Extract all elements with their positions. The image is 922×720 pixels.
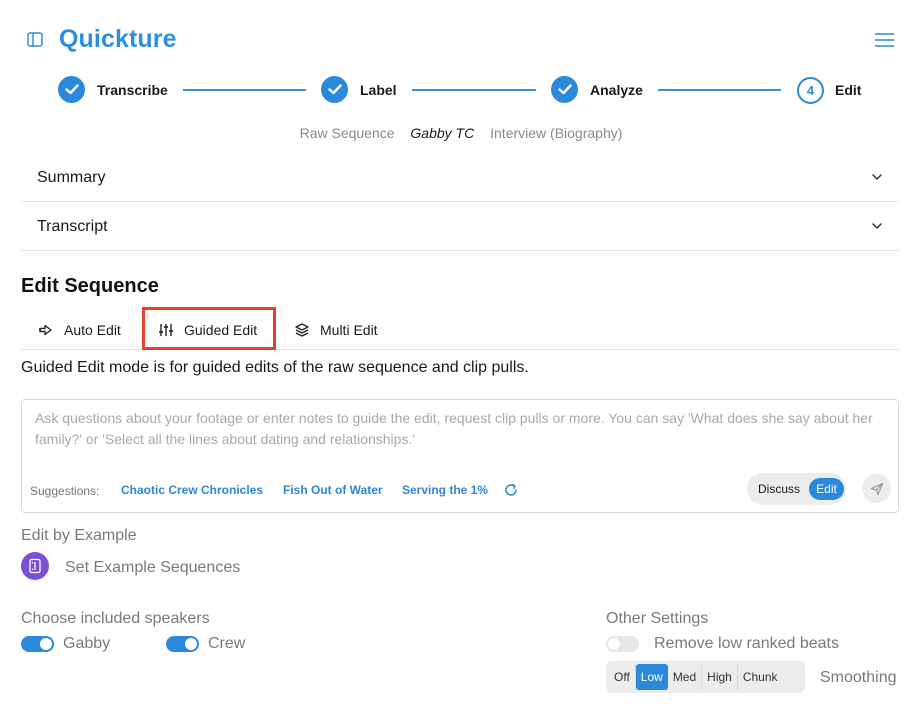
suggestions-label: Suggestions: [30, 484, 100, 498]
mode-description: Guided Edit mode is for guided edits of … [21, 359, 529, 376]
summary-accordion-label: Summary [37, 169, 106, 186]
suggestion-chip[interactable]: Chaotic Crew Chronicles [121, 483, 263, 497]
smoothing-option-low[interactable]: Low [635, 664, 668, 690]
suggestion-chip[interactable]: Fish Out of Water [283, 483, 383, 497]
hamburger-menu-icon[interactable] [875, 33, 894, 47]
mode-edit-option[interactable]: Edit [809, 478, 844, 500]
breadcrumb-item[interactable]: Raw Sequence [300, 125, 395, 141]
layers-icon [295, 323, 309, 337]
toggle-knob [608, 638, 620, 650]
step-label[interactable]: Label [360, 82, 397, 98]
guide-edit-input[interactable]: Ask questions about your footage or ente… [21, 399, 899, 513]
step-edit[interactable]: Edit [835, 82, 861, 98]
tab-multi-edit[interactable]: Multi Edit [294, 310, 378, 350]
chevron-down-icon [872, 174, 882, 180]
send-button[interactable] [862, 474, 891, 503]
step-transcribe-check-icon [58, 76, 85, 103]
remove-low-ranked-label: Remove low ranked beats [654, 635, 839, 652]
summary-accordion[interactable]: Summary [21, 153, 899, 202]
choose-speakers-label: Choose included speakers [21, 610, 210, 627]
step-connector [183, 89, 306, 91]
speaker-gabby-label: Gabby [63, 635, 111, 652]
guide-edit-placeholder: Ask questions about your footage or ente… [35, 410, 873, 447]
sidebar-toggle-icon[interactable] [27, 32, 43, 47]
discuss-edit-toggle[interactable]: Discuss Edit [747, 473, 846, 505]
mode-discuss-option[interactable]: Discuss [758, 482, 800, 496]
suggestion-chip[interactable]: Serving the 1% [402, 483, 488, 497]
breadcrumb-item[interactable]: Interview (Biography) [490, 125, 622, 141]
speaker-crew-toggle[interactable] [166, 636, 199, 652]
speaker-gabby-toggle[interactable] [21, 636, 54, 652]
refresh-icon[interactable] [503, 482, 519, 498]
toggle-knob [185, 638, 197, 650]
transcript-accordion-label: Transcript [37, 218, 108, 235]
tab-auto-edit[interactable]: Auto Edit [38, 310, 121, 350]
smoothing-segmented-control: Off Low Med High Chunk [606, 661, 805, 693]
smoothing-label: Smoothing [820, 669, 897, 686]
send-icon [870, 482, 883, 495]
breadcrumb: Raw Sequence Gabby TC Interview (Biograp… [0, 125, 922, 141]
edit-by-example-label: Edit by Example [21, 527, 137, 544]
smoothing-option-high[interactable]: High [702, 664, 738, 690]
smoothing-option-off[interactable]: Off [609, 664, 636, 690]
edit-sequence-title: Edit Sequence [21, 275, 159, 297]
remove-low-ranked-toggle[interactable] [606, 636, 639, 652]
step-transcribe[interactable]: Transcribe [97, 82, 168, 98]
step-edit-number: 4 [797, 77, 824, 104]
step-label-check-icon [321, 76, 348, 103]
step-connector [658, 89, 781, 91]
step-analyze-check-icon [551, 76, 578, 103]
tab-auto-edit-label: Auto Edit [64, 322, 121, 338]
toggle-knob [40, 638, 52, 650]
selected-tab-highlight [142, 307, 276, 350]
set-example-sequences-button[interactable]: Set Example Sequences [65, 559, 240, 577]
breadcrumb-item-active[interactable]: Gabby TC [410, 125, 474, 141]
arrow-right-icon [39, 324, 52, 336]
example-sequence-icon[interactable] [21, 552, 49, 580]
other-settings-label: Other Settings [606, 610, 709, 627]
step-analyze[interactable]: Analyze [590, 82, 643, 98]
smoothing-option-med[interactable]: Med [668, 664, 703, 690]
tab-multi-edit-label: Multi Edit [320, 322, 378, 338]
step-connector [412, 89, 536, 91]
chevron-down-icon [872, 223, 882, 229]
app-title: Quickture [59, 25, 177, 53]
transcript-accordion[interactable]: Transcript [21, 202, 899, 251]
smoothing-option-chunk[interactable]: Chunk [738, 664, 783, 690]
speaker-crew-label: Crew [208, 635, 246, 652]
